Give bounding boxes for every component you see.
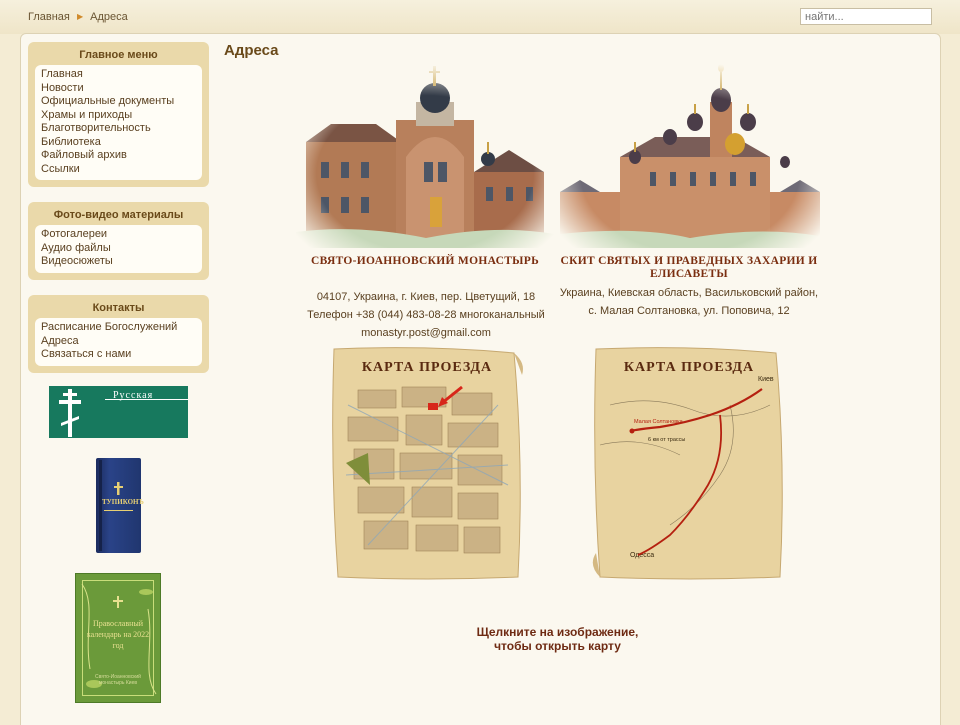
media-menu-item[interactable]: Фотогалереи bbox=[41, 228, 196, 242]
media-menu-title: Фото-видео материалы bbox=[53, 209, 184, 221]
main-menu-list: Главная Новости Официальные документы Хр… bbox=[35, 65, 202, 180]
skete-address-line-2: с. Малая Солтановка, ул. Поповича, 12 bbox=[588, 305, 790, 317]
main-menu-item[interactable]: Файловый архив bbox=[41, 149, 196, 163]
main-menu-item[interactable]: Храмы и приходы bbox=[41, 109, 196, 123]
monastery-name: СВЯТО-ИОАННОВСКИЙ МОНАСТЫРЬ bbox=[310, 255, 539, 267]
route-map-image[interactable]: КАРТА ПРОЕЗДА Киев Одесса Малая Солтанов… bbox=[590, 345, 788, 582]
media-menu-module: Фото-видео материалы Фотогалереи Аудио ф… bbox=[28, 202, 209, 280]
media-menu-item[interactable]: Видеосюжеты bbox=[41, 255, 196, 269]
breadcrumb-home-link[interactable]: Главная bbox=[28, 11, 70, 23]
contacts-menu-title: Контакты bbox=[92, 302, 145, 314]
monastery-phone: Телефон +38 (044) 483-08-28 многоканальн… bbox=[307, 309, 545, 321]
breadcrumb: Главная ▶ Адреса bbox=[28, 11, 128, 23]
main-menu-item[interactable]: Ссылки bbox=[41, 163, 196, 177]
media-menu-list: Фотогалереи Аудио файлы Видеосюжеты bbox=[35, 225, 202, 273]
main-menu-item[interactable]: Библиотека bbox=[41, 136, 196, 150]
main-menu-item[interactable]: Благотворительность bbox=[41, 122, 196, 136]
contacts-menu-item[interactable]: Расписание Богослужений bbox=[41, 321, 196, 335]
search-input[interactable] bbox=[800, 8, 932, 25]
city-map-image[interactable]: КАРТА ПРОЕЗДА bbox=[328, 345, 526, 582]
monastery-email[interactable]: monastyr.post@gmail.com bbox=[296, 324, 556, 342]
main-menu-module: Главное меню Главная Новости Официальные… bbox=[28, 42, 209, 187]
media-link-video[interactable]: Видеосюжеты bbox=[41, 255, 113, 267]
breadcrumb-arrow-icon: ▶ bbox=[76, 12, 84, 21]
typikon-title: ТУПИКОНЪ bbox=[102, 498, 144, 506]
media-link-audio[interactable]: Аудио файлы bbox=[41, 242, 111, 254]
typikon-book-banner[interactable]: ТУПИКОНЪ bbox=[96, 458, 144, 553]
contacts-link-schedule[interactable]: Расписание Богослужений bbox=[41, 321, 177, 333]
contacts-link-contact-us[interactable]: Связаться с нами bbox=[41, 348, 131, 360]
skete-address-line: Украина, Киевская область, Васильковский… bbox=[559, 287, 819, 299]
monastery-address: 04107, Украина, г. Киев, пер. Цветущий, … bbox=[296, 288, 556, 342]
map-label-distance: 6 км от трассы bbox=[648, 437, 685, 443]
skete-image[interactable] bbox=[560, 62, 820, 248]
main-menu-link-news[interactable]: Новости bbox=[41, 82, 84, 94]
main-menu-link-library[interactable]: Библиотека bbox=[41, 136, 101, 148]
map-click-hint: Щелкните на изображение, чтобы открыть к… bbox=[430, 625, 685, 653]
monastery-image[interactable] bbox=[296, 62, 554, 248]
calendar-subtitle: Свято-Иоанновский монастырь Киев bbox=[95, 674, 141, 686]
main-menu-title: Главное меню bbox=[79, 49, 158, 61]
main-menu-link-home[interactable]: Главная bbox=[41, 68, 83, 80]
media-link-photos[interactable]: Фотогалереи bbox=[41, 228, 107, 240]
main-menu-link-links[interactable]: Ссылки bbox=[41, 163, 80, 175]
monastery-address-line: 04107, Украина, г. Киев, пер. Цветущий, … bbox=[316, 291, 536, 303]
map-2-title: КАРТА ПРОЕЗДА bbox=[624, 360, 754, 375]
map-label-kiev: Киев bbox=[758, 376, 774, 383]
calendar-title: Православный календарь на 2022 год bbox=[86, 619, 150, 650]
main-menu-link-churches[interactable]: Храмы и приходы bbox=[41, 109, 132, 121]
contacts-link-addresses[interactable]: Адреса bbox=[41, 335, 79, 347]
media-menu-item[interactable]: Аудио файлы bbox=[41, 242, 196, 256]
main-menu-link-files[interactable]: Файловый архив bbox=[41, 149, 127, 161]
hint-line-1: Щелкните на изображение, bbox=[476, 625, 639, 639]
main-menu-item[interactable]: Главная bbox=[41, 68, 196, 82]
contacts-menu-item[interactable]: Связаться с нами bbox=[41, 348, 196, 362]
main-menu-item[interactable]: Новости bbox=[41, 82, 196, 96]
russian-church-banner[interactable]: Русская bbox=[49, 386, 188, 438]
banner-divider bbox=[105, 399, 188, 400]
main-menu-link-charity[interactable]: Благотворительность bbox=[41, 122, 151, 134]
skete-address: Украина, Киевская область, Васильковский… bbox=[556, 284, 822, 320]
main-menu-link-documents[interactable]: Официальные документы bbox=[41, 95, 174, 107]
skete-name: СКИТ СВЯТЫХ И ПРАВЕДНЫХ ЗАХАРИИ И ЕЛИСАВ… bbox=[560, 255, 818, 280]
calendar-book-banner[interactable]: Православный календарь на 2022 год Свято… bbox=[75, 573, 161, 703]
contacts-menu-module: Контакты Расписание Богослужений Адреса … bbox=[28, 295, 209, 373]
top-bar: Главная ▶ Адреса bbox=[0, 0, 960, 34]
hint-line-2: чтобы открыть карту bbox=[494, 639, 621, 653]
main-menu-item[interactable]: Официальные документы bbox=[41, 95, 196, 109]
contacts-menu-list: Расписание Богослужений Адреса Связаться… bbox=[35, 318, 202, 366]
contacts-menu-item[interactable]: Адреса bbox=[41, 335, 196, 349]
map-title: КАРТА ПРОЕЗДА bbox=[362, 360, 492, 375]
breadcrumb-current: Адреса bbox=[90, 11, 128, 23]
page-title: Адреса bbox=[224, 42, 279, 59]
